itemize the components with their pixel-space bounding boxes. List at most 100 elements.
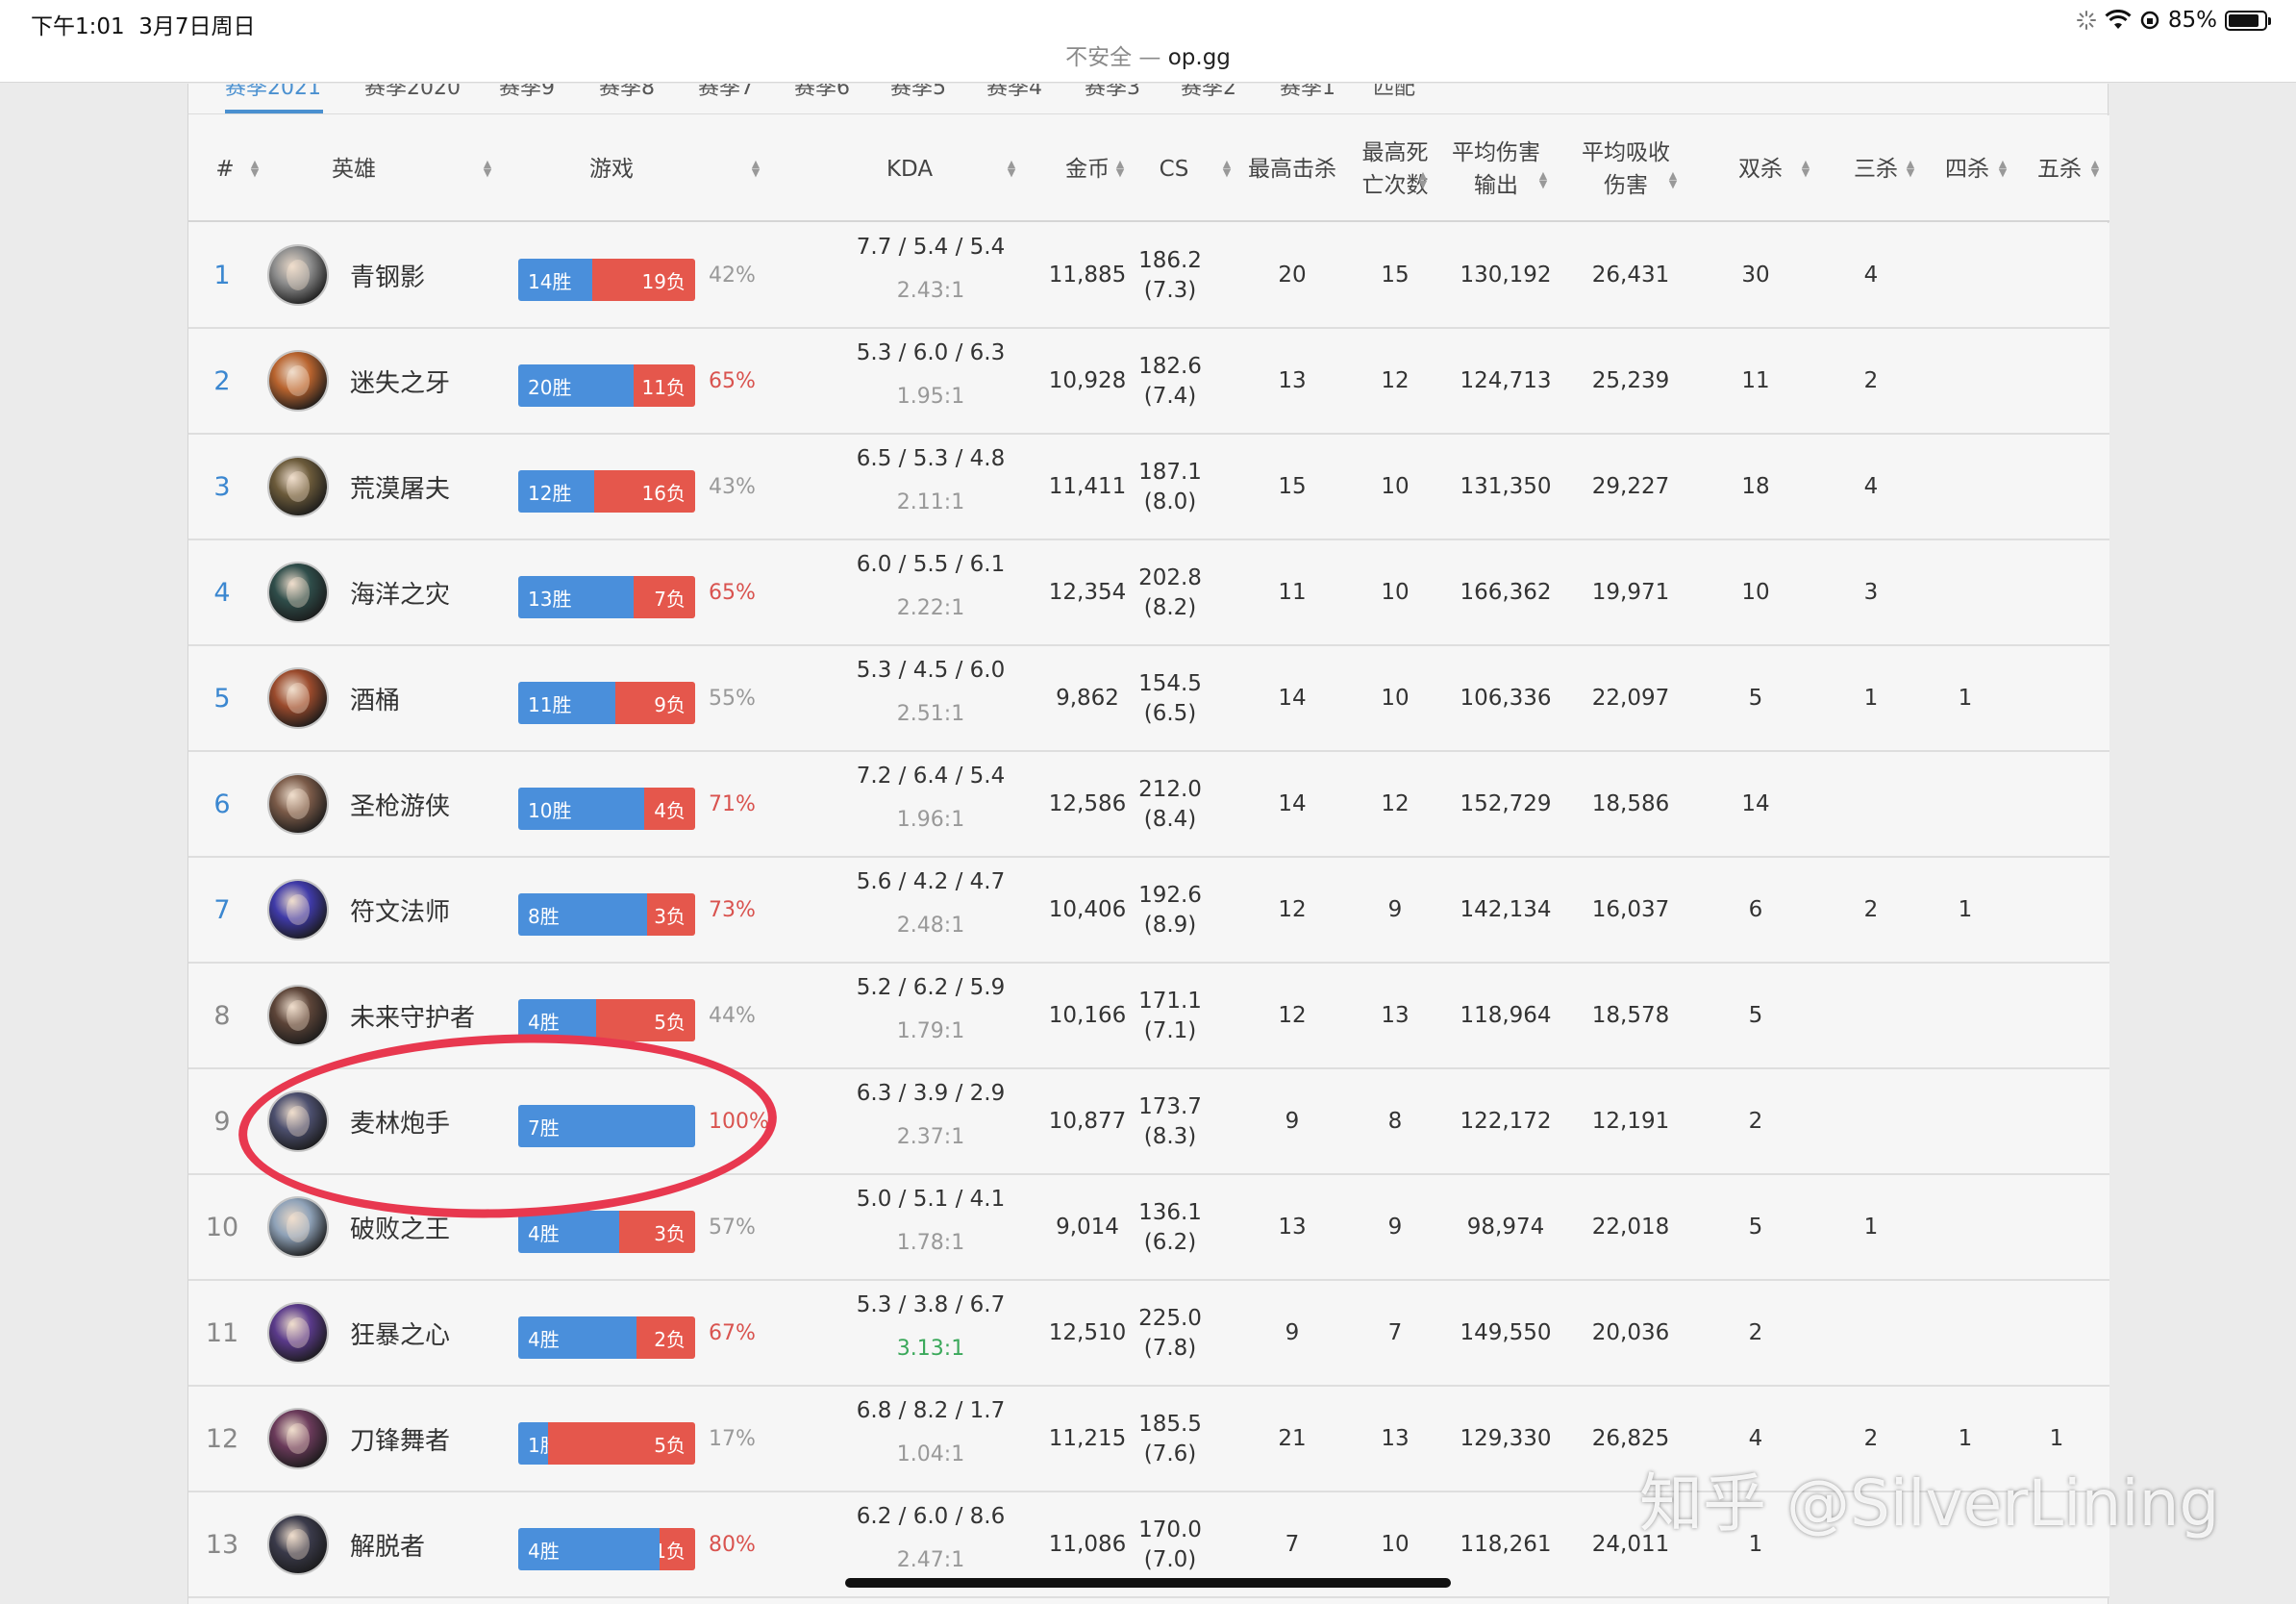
champion-avatar[interactable] [267, 1090, 329, 1152]
champion-avatar[interactable] [267, 1514, 329, 1575]
champion-avatar[interactable] [267, 562, 329, 623]
max-deaths-cell: 13 [1381, 1426, 1410, 1451]
sort-icon[interactable]: ▲ ▼ [750, 159, 761, 178]
date: 3月7日周日 [138, 14, 256, 39]
avg-taken-cell: 12,191 [1591, 1109, 1670, 1134]
champion-name[interactable]: 荒漠屠夫 [350, 435, 450, 539]
avg-damage-cell: 152,729 [1460, 791, 1552, 816]
tab-season[interactable]: 赛季7 [698, 84, 754, 101]
champion-name[interactable]: 海洋之灾 [350, 540, 450, 644]
tab-season[interactable]: 赛季6 [794, 84, 850, 101]
cs-value: 185.5 [1138, 1412, 1202, 1437]
sort-icon[interactable]: ▲ ▼ [1537, 170, 1549, 189]
col-kda[interactable]: KDA [852, 115, 967, 222]
col-avg-taken[interactable]: 平均吸收 伤害 [1578, 115, 1674, 222]
losses-segment: 16负 [594, 470, 695, 513]
table-row[interactable]: 7 符文法师 8胜 3负 73% 5.6 / 4.2 / 4.7 2.48:1 10,406 1… [188, 858, 2109, 964]
champion-avatar[interactable] [267, 1302, 329, 1364]
col-rank[interactable]: # [208, 115, 242, 222]
champion-avatar[interactable] [267, 244, 329, 306]
tab-season[interactable]: 赛季1 [1280, 84, 1335, 101]
losses-segment: 3负 [647, 893, 695, 936]
tab-season[interactable]: 赛季2020 [364, 84, 461, 101]
losses-segment: 9负 [615, 682, 695, 724]
address-bar[interactable]: 不安全 — op.gg [0, 38, 2296, 71]
table-row[interactable]: 1 青钢影 14胜 19负 42% 7.7 / 5.4 / 5.4 2.43:1 11,885… [188, 223, 2109, 329]
table-row[interactable]: 2 迷失之牙 20胜 11负 65% 5.3 / 6.0 / 6.3 1.95:1 10,92… [188, 329, 2109, 435]
champion-avatar[interactable] [267, 1196, 329, 1258]
champion-avatar[interactable] [267, 667, 329, 729]
champion-name[interactable]: 酒桶 [350, 646, 400, 750]
kda-ratio: 2.11:1 [896, 490, 965, 514]
sort-icon[interactable]: ▲ ▼ [482, 159, 493, 178]
col-max-kills[interactable]: 最高击杀 [1244, 115, 1340, 222]
table-row[interactable]: 11 狂暴之心 4胜 2负 67% 5.3 / 3.8 / 6.7 3.13:1 12,510… [188, 1281, 2109, 1387]
col-double-kill[interactable]: 双杀 [1732, 115, 1789, 222]
tab-season[interactable]: 赛季3 [1085, 84, 1140, 101]
avg-damage-cell: 142,134 [1460, 897, 1552, 922]
table-row[interactable]: 9 麦林炮手 7胜 100% 6.3 / 3.9 / 2.9 2.37:1 10,877 9 8… [188, 1069, 2109, 1175]
sort-icon[interactable]: ▲ ▼ [1114, 159, 1126, 178]
champion-name[interactable]: 麦林炮手 [350, 1069, 450, 1173]
sort-icon[interactable]: ▲ ▼ [249, 159, 261, 178]
avg-taken-cell: 25,239 [1591, 368, 1670, 393]
sort-icon[interactable]: ▲ ▼ [1800, 159, 1811, 178]
triple-kill-cell [1833, 752, 1909, 856]
champion-avatar[interactable] [267, 879, 329, 940]
champion-name[interactable]: 狂暴之心 [350, 1281, 450, 1385]
col-gold[interactable]: 金币 [1054, 115, 1121, 222]
col-cs[interactable]: CS [1150, 115, 1198, 222]
col-champion[interactable]: 英雄 [296, 115, 412, 222]
tab-season[interactable]: 赛季9 [499, 84, 555, 101]
sort-icon[interactable]: ▲ ▼ [2089, 159, 2101, 178]
wifi-icon [2105, 10, 2132, 29]
tab-season[interactable]: 赛季2021 [225, 84, 321, 101]
win-loss-bar: 20胜 11负 [518, 364, 695, 407]
table-row[interactable]: 8 未来守护者 4胜 5负 44% 5.2 / 6.2 / 5.9 1.79:1 10,166… [188, 964, 2109, 1069]
champion-name[interactable]: 刀锋舞者 [350, 1387, 450, 1491]
tab-season[interactable]: 赛季4 [986, 84, 1042, 101]
max-kills-cell: 21 [1278, 1426, 1307, 1451]
col-penta-kill[interactable]: 五杀 [2031, 115, 2088, 222]
sort-icon[interactable]: ▲ ▼ [1006, 159, 1017, 178]
table-row[interactable]: 4 海洋之灾 13胜 7负 65% 6.0 / 5.5 / 6.1 2.22:1 12,354… [188, 540, 2109, 646]
col-penta-label: 五杀 [2037, 156, 2082, 182]
champion-avatar[interactable] [267, 1408, 329, 1469]
champion-name[interactable]: 圣枪游侠 [350, 752, 450, 856]
rank-cell: 4 [213, 577, 231, 608]
sort-icon[interactable]: ▲ ▼ [1905, 159, 1916, 178]
tab-season[interactable]: 赛季8 [599, 84, 655, 101]
champion-avatar[interactable] [267, 773, 329, 835]
table-row[interactable]: 10 破败之王 4胜 3负 57% 5.0 / 5.1 / 4.1 1.78:1 9,014 1… [188, 1175, 2109, 1281]
home-indicator[interactable] [845, 1578, 1451, 1588]
champion-name[interactable]: 破败之王 [350, 1175, 450, 1279]
champion-avatar[interactable] [267, 985, 329, 1046]
sort-icon[interactable]: ▲ ▼ [1417, 170, 1429, 189]
champion-name[interactable]: 未来守护者 [350, 964, 475, 1067]
tab-season[interactable]: 赛季2 [1181, 84, 1236, 101]
tab-season[interactable]: 赛季5 [890, 84, 946, 101]
col-games[interactable]: 游戏 [554, 115, 669, 222]
max-kills-cell: 14 [1278, 791, 1307, 816]
tab-season[interactable]: 匹配 [1373, 84, 1415, 101]
champion-name[interactable]: 符文法师 [350, 858, 450, 962]
wins-segment: 4胜 [518, 1316, 637, 1359]
table-row[interactable]: 3 荒漠屠夫 12胜 16负 43% 6.5 / 5.3 / 4.8 2.11:1 11,41… [188, 435, 2109, 540]
max-kills-cell: 13 [1278, 368, 1307, 393]
cs-value: 154.5 [1138, 671, 1202, 696]
champion-name[interactable]: 解脱者 [350, 1492, 425, 1596]
table-row[interactable]: 5 酒桶 11胜 9负 55% 5.3 / 4.5 / 6.0 2.51:1 9,862 14 1… [188, 646, 2109, 752]
champion-name[interactable]: 迷失之牙 [350, 329, 450, 433]
col-triple-kill[interactable]: 三杀 [1847, 115, 1905, 222]
col-avg-damage[interactable]: 平均伤害 输出 [1448, 115, 1544, 222]
champion-avatar[interactable] [267, 350, 329, 412]
col-quadra-kill[interactable]: 四杀 [1938, 115, 1996, 222]
champion-avatar[interactable] [267, 456, 329, 517]
champion-name[interactable]: 青钢影 [350, 223, 425, 327]
table-row[interactable]: 6 圣枪游侠 10胜 4负 71% 7.2 / 6.4 / 5.4 1.96:1 12,586… [188, 752, 2109, 858]
sort-icon[interactable]: ▲ ▼ [1997, 159, 2009, 178]
sort-icon[interactable]: ▲ ▼ [1221, 159, 1233, 178]
cs-per-min: (7.6) [1143, 1441, 1197, 1466]
quadra-kill-cell [1927, 964, 2004, 1067]
sort-icon[interactable]: ▲ ▼ [1667, 170, 1679, 189]
